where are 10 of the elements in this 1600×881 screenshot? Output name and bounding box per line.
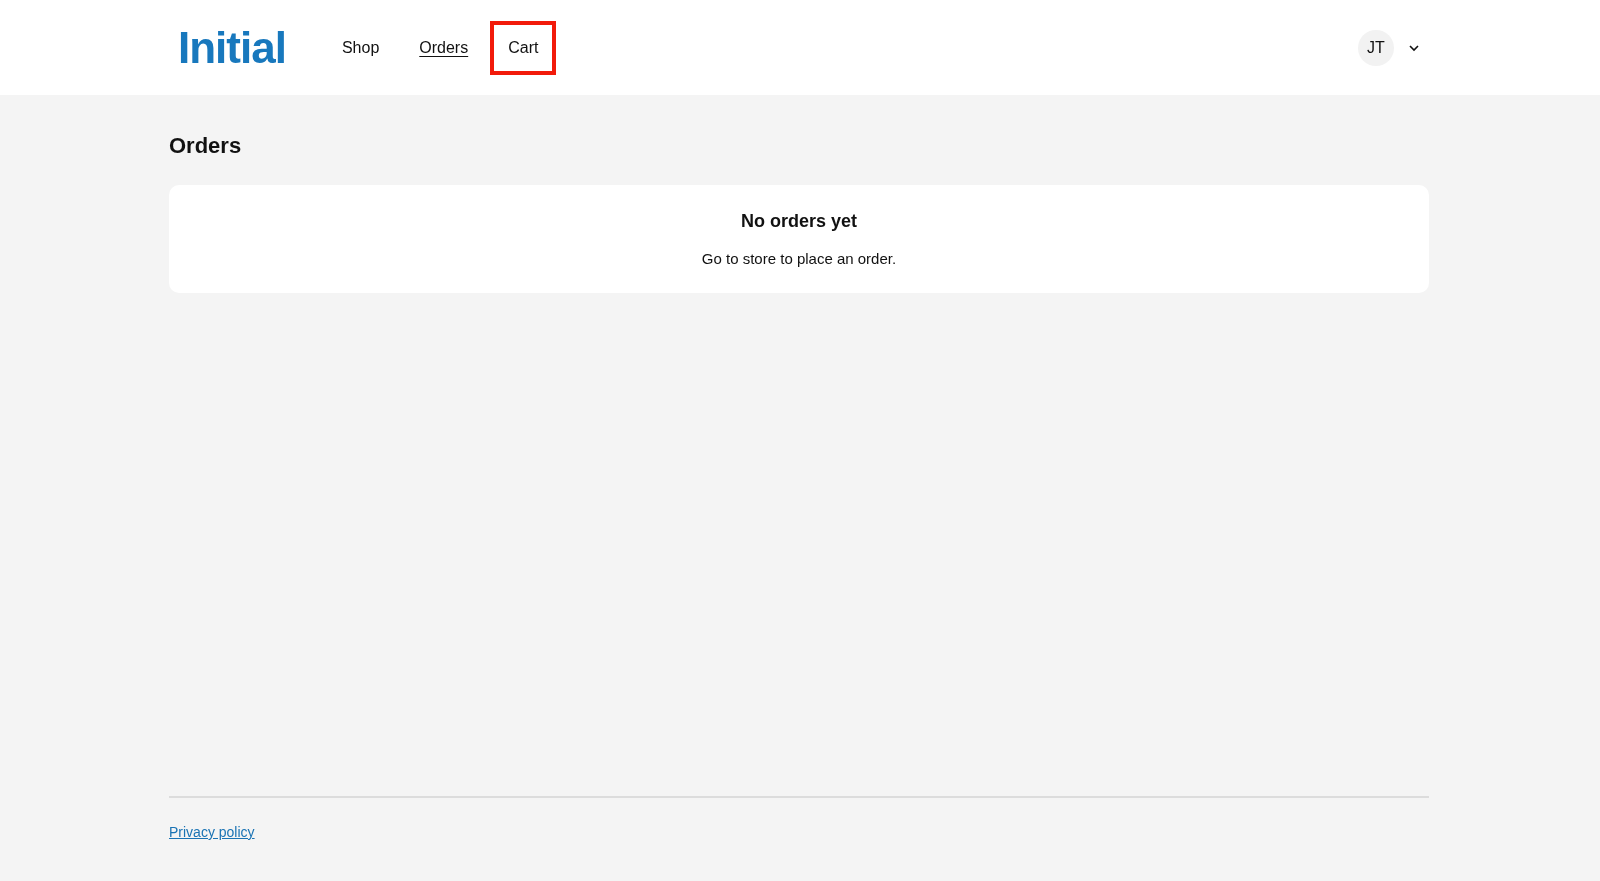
empty-state-message: Go to store to place an order. <box>701 250 897 267</box>
nav-link[interactable]: Cart <box>490 20 557 75</box>
logo[interactable]: Initial <box>178 25 286 70</box>
empty-state-title: No orders yet <box>740 211 857 232</box>
nav-link[interactable]: Orders <box>401 20 487 75</box>
page-title: Orders <box>169 133 243 159</box>
privacy-policy-link[interactable]: Privacy policy <box>169 824 255 840</box>
user-avatar[interactable]: JT <box>1358 29 1394 66</box>
chevron-down-icon[interactable] <box>1408 43 1420 52</box>
nav-link[interactable]: Shop <box>323 20 398 75</box>
